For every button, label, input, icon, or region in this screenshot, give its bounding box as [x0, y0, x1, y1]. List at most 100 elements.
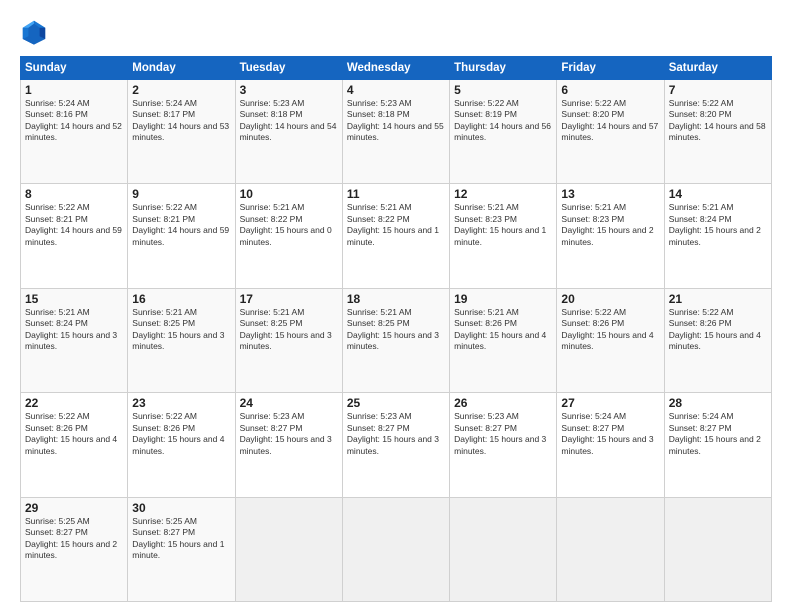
- day-number: 3: [240, 83, 338, 97]
- day-info: Sunrise: 5:21 AM Sunset: 8:25 PM Dayligh…: [132, 307, 230, 353]
- calendar-header-friday: Friday: [557, 57, 664, 80]
- day-number: 27: [561, 396, 659, 410]
- calendar-cell: 8 Sunrise: 5:22 AM Sunset: 8:21 PM Dayli…: [21, 184, 128, 288]
- calendar-table: SundayMondayTuesdayWednesdayThursdayFrid…: [20, 56, 772, 602]
- day-number: 5: [454, 83, 552, 97]
- calendar-cell: 23 Sunrise: 5:22 AM Sunset: 8:26 PM Dayl…: [128, 393, 235, 497]
- day-number: 14: [669, 187, 767, 201]
- calendar-week-4: 22 Sunrise: 5:22 AM Sunset: 8:26 PM Dayl…: [21, 393, 772, 497]
- day-number: 28: [669, 396, 767, 410]
- day-number: 13: [561, 187, 659, 201]
- day-info: Sunrise: 5:22 AM Sunset: 8:19 PM Dayligh…: [454, 98, 552, 144]
- day-number: 20: [561, 292, 659, 306]
- day-info: Sunrise: 5:21 AM Sunset: 8:23 PM Dayligh…: [454, 202, 552, 248]
- day-info: Sunrise: 5:21 AM Sunset: 8:23 PM Dayligh…: [561, 202, 659, 248]
- day-info: Sunrise: 5:21 AM Sunset: 8:22 PM Dayligh…: [240, 202, 338, 248]
- page: SundayMondayTuesdayWednesdayThursdayFrid…: [0, 0, 792, 612]
- calendar-week-1: 1 Sunrise: 5:24 AM Sunset: 8:16 PM Dayli…: [21, 80, 772, 184]
- calendar-cell: 14 Sunrise: 5:21 AM Sunset: 8:24 PM Dayl…: [664, 184, 771, 288]
- calendar-cell: 22 Sunrise: 5:22 AM Sunset: 8:26 PM Dayl…: [21, 393, 128, 497]
- day-number: 29: [25, 501, 123, 515]
- day-number: 2: [132, 83, 230, 97]
- calendar-body: 1 Sunrise: 5:24 AM Sunset: 8:16 PM Dayli…: [21, 80, 772, 602]
- day-number: 23: [132, 396, 230, 410]
- calendar-cell: 10 Sunrise: 5:21 AM Sunset: 8:22 PM Dayl…: [235, 184, 342, 288]
- day-info: Sunrise: 5:22 AM Sunset: 8:21 PM Dayligh…: [25, 202, 123, 248]
- calendar-week-3: 15 Sunrise: 5:21 AM Sunset: 8:24 PM Dayl…: [21, 288, 772, 392]
- calendar-cell: 6 Sunrise: 5:22 AM Sunset: 8:20 PM Dayli…: [557, 80, 664, 184]
- day-info: Sunrise: 5:21 AM Sunset: 8:25 PM Dayligh…: [347, 307, 445, 353]
- calendar-cell: [664, 497, 771, 601]
- day-info: Sunrise: 5:23 AM Sunset: 8:27 PM Dayligh…: [240, 411, 338, 457]
- day-number: 8: [25, 187, 123, 201]
- day-info: Sunrise: 5:23 AM Sunset: 8:18 PM Dayligh…: [240, 98, 338, 144]
- calendar-header-tuesday: Tuesday: [235, 57, 342, 80]
- calendar-cell: 30 Sunrise: 5:25 AM Sunset: 8:27 PM Dayl…: [128, 497, 235, 601]
- calendar-cell: 21 Sunrise: 5:22 AM Sunset: 8:26 PM Dayl…: [664, 288, 771, 392]
- calendar-cell: 24 Sunrise: 5:23 AM Sunset: 8:27 PM Dayl…: [235, 393, 342, 497]
- day-number: 6: [561, 83, 659, 97]
- calendar-header-row: SundayMondayTuesdayWednesdayThursdayFrid…: [21, 57, 772, 80]
- calendar-cell: 5 Sunrise: 5:22 AM Sunset: 8:19 PM Dayli…: [450, 80, 557, 184]
- day-number: 12: [454, 187, 552, 201]
- day-info: Sunrise: 5:24 AM Sunset: 8:17 PM Dayligh…: [132, 98, 230, 144]
- day-info: Sunrise: 5:21 AM Sunset: 8:26 PM Dayligh…: [454, 307, 552, 353]
- day-info: Sunrise: 5:23 AM Sunset: 8:18 PM Dayligh…: [347, 98, 445, 144]
- calendar-cell: [450, 497, 557, 601]
- day-number: 25: [347, 396, 445, 410]
- day-info: Sunrise: 5:24 AM Sunset: 8:27 PM Dayligh…: [669, 411, 767, 457]
- day-info: Sunrise: 5:21 AM Sunset: 8:25 PM Dayligh…: [240, 307, 338, 353]
- day-number: 18: [347, 292, 445, 306]
- calendar-cell: 26 Sunrise: 5:23 AM Sunset: 8:27 PM Dayl…: [450, 393, 557, 497]
- logo: [20, 18, 52, 46]
- calendar-cell: 1 Sunrise: 5:24 AM Sunset: 8:16 PM Dayli…: [21, 80, 128, 184]
- calendar-cell: 27 Sunrise: 5:24 AM Sunset: 8:27 PM Dayl…: [557, 393, 664, 497]
- calendar-header-thursday: Thursday: [450, 57, 557, 80]
- calendar-cell: 13 Sunrise: 5:21 AM Sunset: 8:23 PM Dayl…: [557, 184, 664, 288]
- day-number: 22: [25, 396, 123, 410]
- day-info: Sunrise: 5:22 AM Sunset: 8:20 PM Dayligh…: [561, 98, 659, 144]
- calendar-cell: 29 Sunrise: 5:25 AM Sunset: 8:27 PM Dayl…: [21, 497, 128, 601]
- day-number: 4: [347, 83, 445, 97]
- calendar-cell: [557, 497, 664, 601]
- day-number: 19: [454, 292, 552, 306]
- calendar-cell: 2 Sunrise: 5:24 AM Sunset: 8:17 PM Dayli…: [128, 80, 235, 184]
- calendar-header-monday: Monday: [128, 57, 235, 80]
- calendar-cell: 4 Sunrise: 5:23 AM Sunset: 8:18 PM Dayli…: [342, 80, 449, 184]
- day-number: 11: [347, 187, 445, 201]
- calendar-cell: 28 Sunrise: 5:24 AM Sunset: 8:27 PM Dayl…: [664, 393, 771, 497]
- calendar-cell: 20 Sunrise: 5:22 AM Sunset: 8:26 PM Dayl…: [557, 288, 664, 392]
- calendar-cell: 18 Sunrise: 5:21 AM Sunset: 8:25 PM Dayl…: [342, 288, 449, 392]
- calendar-cell: 15 Sunrise: 5:21 AM Sunset: 8:24 PM Dayl…: [21, 288, 128, 392]
- day-number: 30: [132, 501, 230, 515]
- day-info: Sunrise: 5:21 AM Sunset: 8:24 PM Dayligh…: [669, 202, 767, 248]
- day-info: Sunrise: 5:24 AM Sunset: 8:16 PM Dayligh…: [25, 98, 123, 144]
- day-number: 16: [132, 292, 230, 306]
- day-info: Sunrise: 5:22 AM Sunset: 8:20 PM Dayligh…: [669, 98, 767, 144]
- day-info: Sunrise: 5:22 AM Sunset: 8:26 PM Dayligh…: [561, 307, 659, 353]
- day-info: Sunrise: 5:22 AM Sunset: 8:26 PM Dayligh…: [132, 411, 230, 457]
- day-number: 21: [669, 292, 767, 306]
- day-info: Sunrise: 5:21 AM Sunset: 8:24 PM Dayligh…: [25, 307, 123, 353]
- logo-icon: [20, 18, 48, 46]
- day-number: 9: [132, 187, 230, 201]
- day-info: Sunrise: 5:22 AM Sunset: 8:26 PM Dayligh…: [25, 411, 123, 457]
- day-info: Sunrise: 5:22 AM Sunset: 8:21 PM Dayligh…: [132, 202, 230, 248]
- calendar-cell: 7 Sunrise: 5:22 AM Sunset: 8:20 PM Dayli…: [664, 80, 771, 184]
- calendar-cell: 17 Sunrise: 5:21 AM Sunset: 8:25 PM Dayl…: [235, 288, 342, 392]
- calendar-cell: 25 Sunrise: 5:23 AM Sunset: 8:27 PM Dayl…: [342, 393, 449, 497]
- day-info: Sunrise: 5:25 AM Sunset: 8:27 PM Dayligh…: [132, 516, 230, 562]
- calendar-cell: 19 Sunrise: 5:21 AM Sunset: 8:26 PM Dayl…: [450, 288, 557, 392]
- calendar-cell: 9 Sunrise: 5:22 AM Sunset: 8:21 PM Dayli…: [128, 184, 235, 288]
- calendar-cell: 11 Sunrise: 5:21 AM Sunset: 8:22 PM Dayl…: [342, 184, 449, 288]
- calendar-cell: 12 Sunrise: 5:21 AM Sunset: 8:23 PM Dayl…: [450, 184, 557, 288]
- day-number: 26: [454, 396, 552, 410]
- header: [20, 18, 772, 46]
- day-info: Sunrise: 5:22 AM Sunset: 8:26 PM Dayligh…: [669, 307, 767, 353]
- calendar-cell: [342, 497, 449, 601]
- day-number: 10: [240, 187, 338, 201]
- day-number: 15: [25, 292, 123, 306]
- calendar-cell: [235, 497, 342, 601]
- day-number: 17: [240, 292, 338, 306]
- calendar-cell: 16 Sunrise: 5:21 AM Sunset: 8:25 PM Dayl…: [128, 288, 235, 392]
